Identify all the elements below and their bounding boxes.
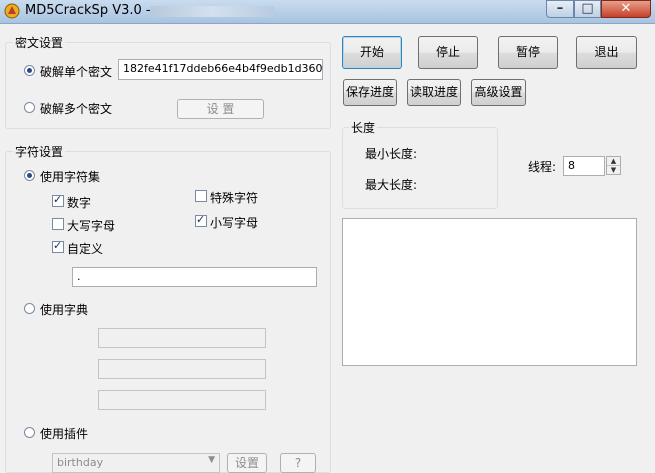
start-button[interactable]: 开始 (342, 36, 402, 69)
use-plugin-radio[interactable] (24, 427, 35, 438)
pause-button[interactable]: 暂停 (498, 36, 558, 69)
output-log[interactable] (342, 218, 637, 366)
chevron-down-icon: ▼ (208, 455, 215, 465)
threads-label: 线程: (528, 160, 557, 174)
use-charset-radio[interactable] (24, 170, 35, 181)
use-dictionary-label: 使用字典 (40, 303, 89, 317)
stop-button[interactable]: 停止 (418, 36, 478, 69)
spin-up-icon[interactable]: ▲ (607, 157, 620, 165)
minimize-icon: – (556, 1, 564, 16)
threads-spinner[interactable]: ▲ ▼ (606, 156, 621, 175)
close-button[interactable]: ✕ (601, 0, 651, 18)
crack-single-label: 破解单个密文 (40, 65, 113, 79)
dictionary-field-1[interactable] (98, 328, 266, 348)
custom-checkbox[interactable] (52, 239, 64, 253)
close-icon: ✕ (620, 1, 632, 16)
crack-multi-label: 破解多个密文 (40, 102, 113, 116)
threads-input[interactable]: 8 (563, 156, 605, 176)
use-charset-label: 使用字符集 (40, 170, 101, 184)
max-length-label: 最大长度: (365, 178, 418, 192)
advanced-settings-button[interactable]: 高级设置 (471, 79, 526, 106)
special-chars-label: 特殊字符 (210, 191, 259, 205)
multi-settings-button[interactable]: 设 置 (177, 99, 264, 119)
plugin-select[interactable]: birthday ▼ (52, 453, 220, 473)
crack-single-radio[interactable] (24, 65, 35, 76)
spin-down-icon[interactable]: ▼ (607, 165, 620, 174)
use-dictionary-radio[interactable] (24, 303, 35, 314)
uppercase-label: 大写字母 (67, 219, 116, 233)
window-title: MD5CrackSp V3.0 -- (25, 3, 156, 18)
custom-label: 自定义 (67, 242, 104, 256)
exit-button[interactable]: 退出 (576, 36, 637, 69)
plugin-help-button[interactable]: ? (280, 453, 316, 473)
redacted-title-area (150, 6, 275, 17)
save-progress-button[interactable]: 保存进度 (343, 79, 397, 106)
cipher-settings-title: 密文设置 (13, 34, 66, 51)
use-plugin-label: 使用插件 (40, 427, 89, 441)
special-chars-checkbox[interactable] (195, 190, 207, 202)
uppercase-checkbox[interactable] (52, 218, 64, 230)
title-bar: MD5CrackSp V3.0 -- – □ ✕ (0, 0, 655, 24)
lowercase-label: 小写字母 (210, 216, 259, 230)
plugin-settings-button[interactable]: 设置 (227, 453, 267, 473)
custom-charset-input[interactable]: . (72, 267, 317, 287)
minimize-button[interactable]: – (546, 0, 574, 18)
digits-label: 数字 (67, 196, 92, 210)
maximize-icon: □ (581, 1, 594, 16)
digits-checkbox[interactable] (52, 193, 64, 207)
load-progress-button[interactable]: 读取进度 (407, 79, 461, 106)
charset-settings-title: 字符设置 (13, 143, 66, 160)
app-icon (4, 3, 20, 19)
length-title: 长度 (349, 119, 378, 136)
dictionary-field-3[interactable] (98, 390, 266, 410)
lowercase-checkbox[interactable] (195, 213, 207, 227)
crack-multi-radio[interactable] (24, 102, 35, 113)
maximize-button[interactable]: □ (574, 0, 601, 18)
single-hash-input[interactable]: 182fe41f17ddeb66e4b4f9edb1d36064 (118, 59, 323, 80)
length-group (342, 127, 498, 209)
min-length-label: 最小长度: (365, 147, 418, 161)
dictionary-field-2[interactable] (98, 359, 266, 379)
